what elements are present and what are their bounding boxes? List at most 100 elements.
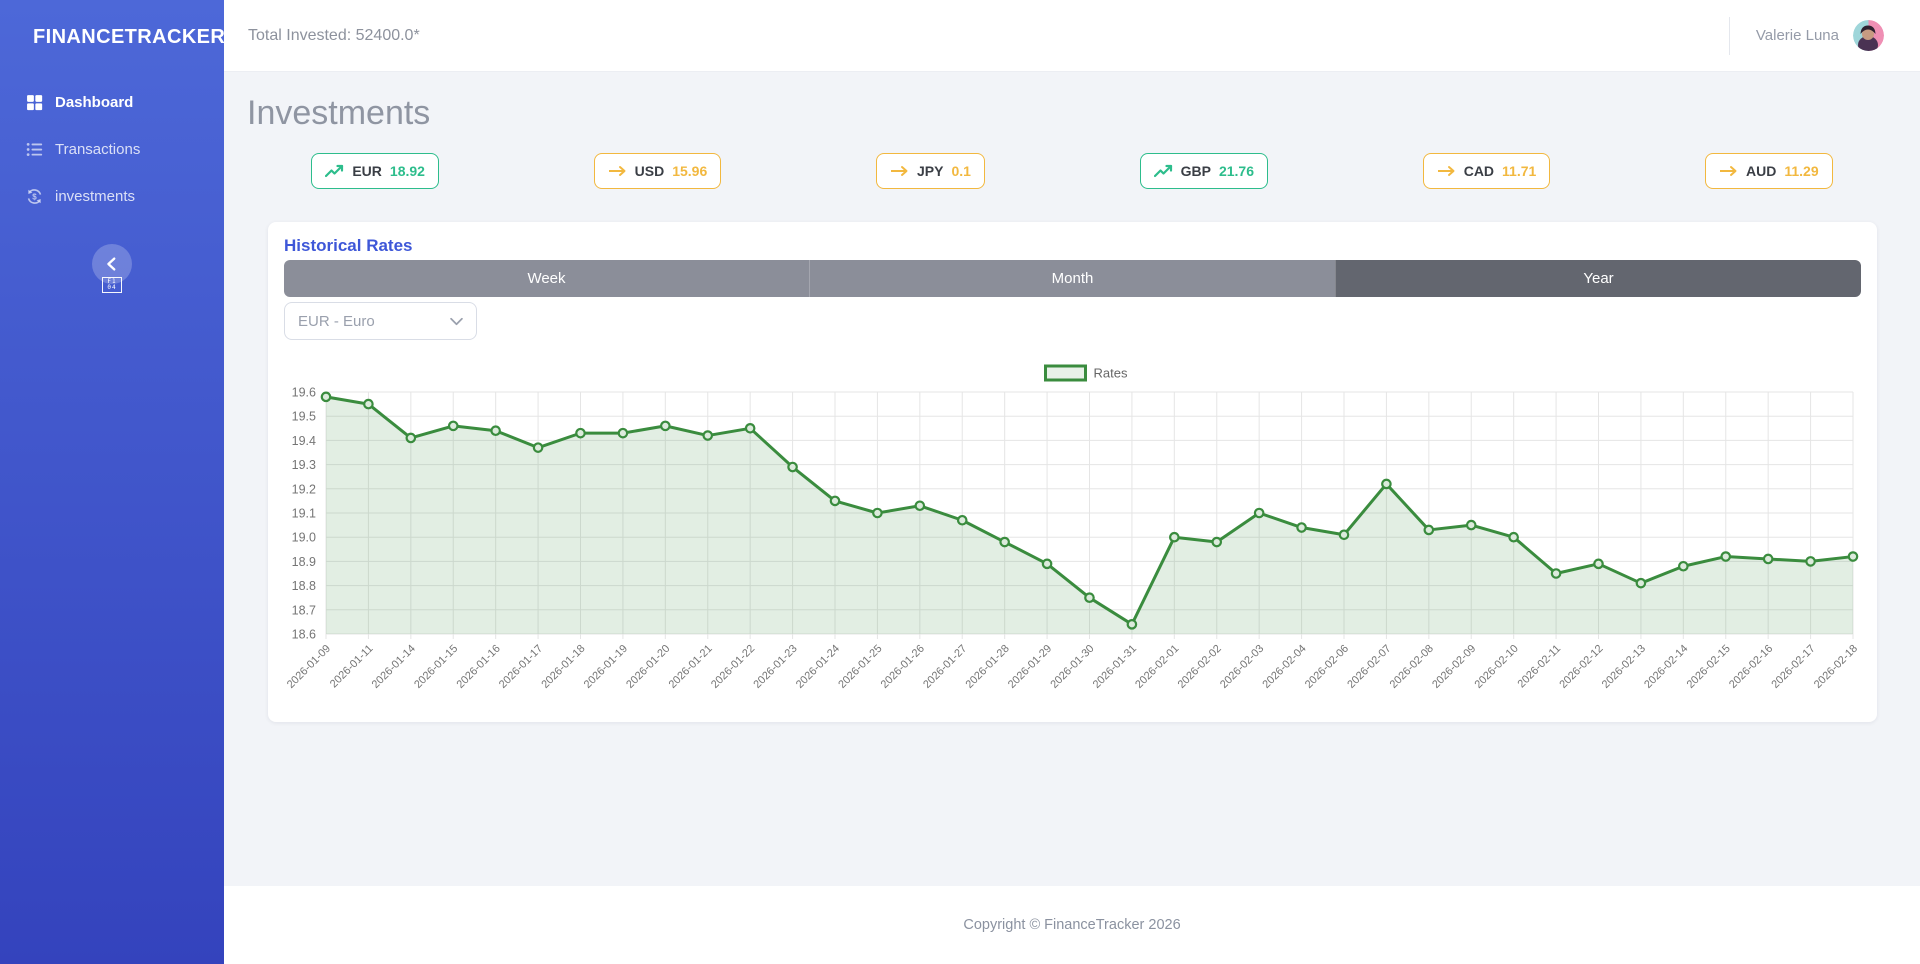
y-axis-tick-label: 19.3 xyxy=(292,458,316,472)
currency-card-jpy: JPY 0.1 xyxy=(876,153,985,189)
x-axis-tick-label: 2026-02-04 xyxy=(1260,643,1308,691)
data-point[interactable] xyxy=(788,463,796,471)
data-point[interactable] xyxy=(1637,579,1645,587)
x-axis-tick-label: 2026-02-11 xyxy=(1516,643,1564,691)
data-point[interactable] xyxy=(491,427,499,435)
data-point[interactable] xyxy=(704,431,712,439)
data-point[interactable] xyxy=(1297,523,1305,531)
data-point[interactable] xyxy=(1467,521,1475,529)
data-point[interactable] xyxy=(1806,557,1814,565)
user-avatar[interactable] xyxy=(1853,20,1884,51)
data-point[interactable] xyxy=(1340,531,1348,539)
x-axis-tick-label: 2026-01-20 xyxy=(624,643,672,691)
missing-glyph-line2: 04 xyxy=(107,284,116,291)
trend-up-icon xyxy=(1154,164,1173,178)
tab-year[interactable]: Year xyxy=(1335,260,1861,297)
currency-card-gbp: GBP 21.76 xyxy=(1140,153,1268,189)
x-axis-tick-label: 2026-01-21 xyxy=(667,643,715,691)
arrow-right-icon xyxy=(608,164,627,178)
y-axis-tick-label: 18.6 xyxy=(292,628,316,642)
currency-code: EUR xyxy=(352,163,382,179)
y-axis-tick-label: 19.5 xyxy=(292,410,316,424)
x-axis-tick-label: 2026-01-16 xyxy=(455,643,503,691)
data-point[interactable] xyxy=(619,429,627,437)
y-axis-tick-label: 18.7 xyxy=(292,603,316,617)
x-axis-tick-label: 2026-01-25 xyxy=(836,643,884,691)
legend-swatch xyxy=(1046,366,1086,380)
sidebar-item-transactions[interactable]: Transactions xyxy=(0,126,224,173)
data-point[interactable] xyxy=(1552,569,1560,577)
data-point[interactable] xyxy=(322,393,330,401)
topbar: Total Invested: 52400.0* Valerie Luna xyxy=(224,0,1920,72)
sidebar-item-investments[interactable]: investments xyxy=(0,173,224,220)
data-point[interactable] xyxy=(1085,594,1093,602)
data-point[interactable] xyxy=(1764,555,1772,563)
sidebar-item-label: Transactions xyxy=(55,141,140,158)
currency-rate: 21.76 xyxy=(1219,163,1254,179)
data-point[interactable] xyxy=(1594,560,1602,568)
x-axis-tick-label: 2026-01-14 xyxy=(370,643,418,691)
data-point[interactable] xyxy=(958,516,966,524)
x-axis-tick-label: 2026-02-13 xyxy=(1600,643,1648,691)
trend-up-icon xyxy=(325,164,344,178)
tab-week[interactable]: Week xyxy=(284,260,809,297)
data-point[interactable] xyxy=(1509,533,1517,541)
currency-code: CAD xyxy=(1464,163,1494,179)
tab-month[interactable]: Month xyxy=(809,260,1335,297)
data-point[interactable] xyxy=(1255,509,1263,517)
x-axis-tick-label: 2026-02-10 xyxy=(1473,643,1521,691)
data-point[interactable] xyxy=(1170,533,1178,541)
sidebar-item-dashboard[interactable]: Dashboard xyxy=(0,79,224,126)
topbar-user-area: Valerie Luna xyxy=(1729,17,1884,55)
currency-rate: 11.71 xyxy=(1502,163,1536,179)
avatar-image xyxy=(1853,20,1884,51)
data-point[interactable] xyxy=(746,424,754,432)
x-axis-tick-label: 2026-02-15 xyxy=(1685,643,1733,691)
data-point[interactable] xyxy=(1679,562,1687,570)
y-axis-tick-label: 19.2 xyxy=(292,482,316,496)
currency-code: AUD xyxy=(1746,163,1776,179)
data-point[interactable] xyxy=(1382,480,1390,488)
x-axis-tick-label: 2026-02-02 xyxy=(1176,643,1224,691)
sidebar-collapse-button[interactable]: F1 04 xyxy=(92,244,132,284)
data-point[interactable] xyxy=(1849,552,1857,560)
x-axis-tick-label: 2026-01-31 xyxy=(1091,643,1139,691)
chart-legend[interactable]: Rates xyxy=(1046,366,1128,381)
y-axis-tick-label: 19.4 xyxy=(292,434,316,448)
currency-cards-row: EUR 18.92 USD 15.96 JPY 0.1 GBP 21.76 CA… xyxy=(234,153,1910,189)
main-content: Investments EUR 18.92 USD 15.96 JPY 0.1 … xyxy=(224,72,1920,886)
line-chart-canvas[interactable]: 19.619.519.419.319.219.119.018.918.818.7… xyxy=(284,340,1861,708)
currency-rate: 0.1 xyxy=(951,163,970,179)
data-point[interactable] xyxy=(1722,552,1730,560)
data-point[interactable] xyxy=(1213,538,1221,546)
x-axis-tick-label: 2026-02-06 xyxy=(1303,643,1351,691)
historical-rates-card: Historical Rates Week Month Year EUR - E… xyxy=(268,222,1877,722)
data-point[interactable] xyxy=(661,422,669,430)
data-point[interactable] xyxy=(1000,538,1008,546)
data-point[interactable] xyxy=(576,429,584,437)
data-point[interactable] xyxy=(873,509,881,517)
rates-chart: 19.619.519.419.319.219.119.018.918.818.7… xyxy=(284,340,1861,713)
data-point[interactable] xyxy=(1128,620,1136,628)
x-axis-tick-label: 2026-01-17 xyxy=(497,643,545,691)
x-axis-tick-label: 2026-02-14 xyxy=(1642,643,1690,691)
data-point[interactable] xyxy=(1425,526,1433,534)
page-title: Investments xyxy=(224,72,1920,133)
data-point[interactable] xyxy=(534,443,542,451)
data-point[interactable] xyxy=(831,497,839,505)
x-axis-tick-label: 2026-02-12 xyxy=(1557,643,1605,691)
x-axis-tick-label: 2026-02-07 xyxy=(1345,643,1393,691)
data-point[interactable] xyxy=(407,434,415,442)
data-point[interactable] xyxy=(364,400,372,408)
data-point[interactable] xyxy=(916,502,924,510)
app-logo: FINANCETRACKER xyxy=(0,0,224,49)
currency-select[interactable]: EUR - Euro xyxy=(284,302,477,340)
data-point[interactable] xyxy=(1043,560,1051,568)
y-axis-tick-label: 18.8 xyxy=(292,579,316,593)
x-axis-tick-label: 2026-01-19 xyxy=(582,643,630,691)
x-axis-tick-label: 2026-02-16 xyxy=(1727,643,1775,691)
y-axis-tick-label: 19.1 xyxy=(292,507,316,521)
currency-select-value: EUR - Euro xyxy=(298,313,375,330)
currency-card-eur: EUR 18.92 xyxy=(311,153,439,189)
data-point[interactable] xyxy=(449,422,457,430)
